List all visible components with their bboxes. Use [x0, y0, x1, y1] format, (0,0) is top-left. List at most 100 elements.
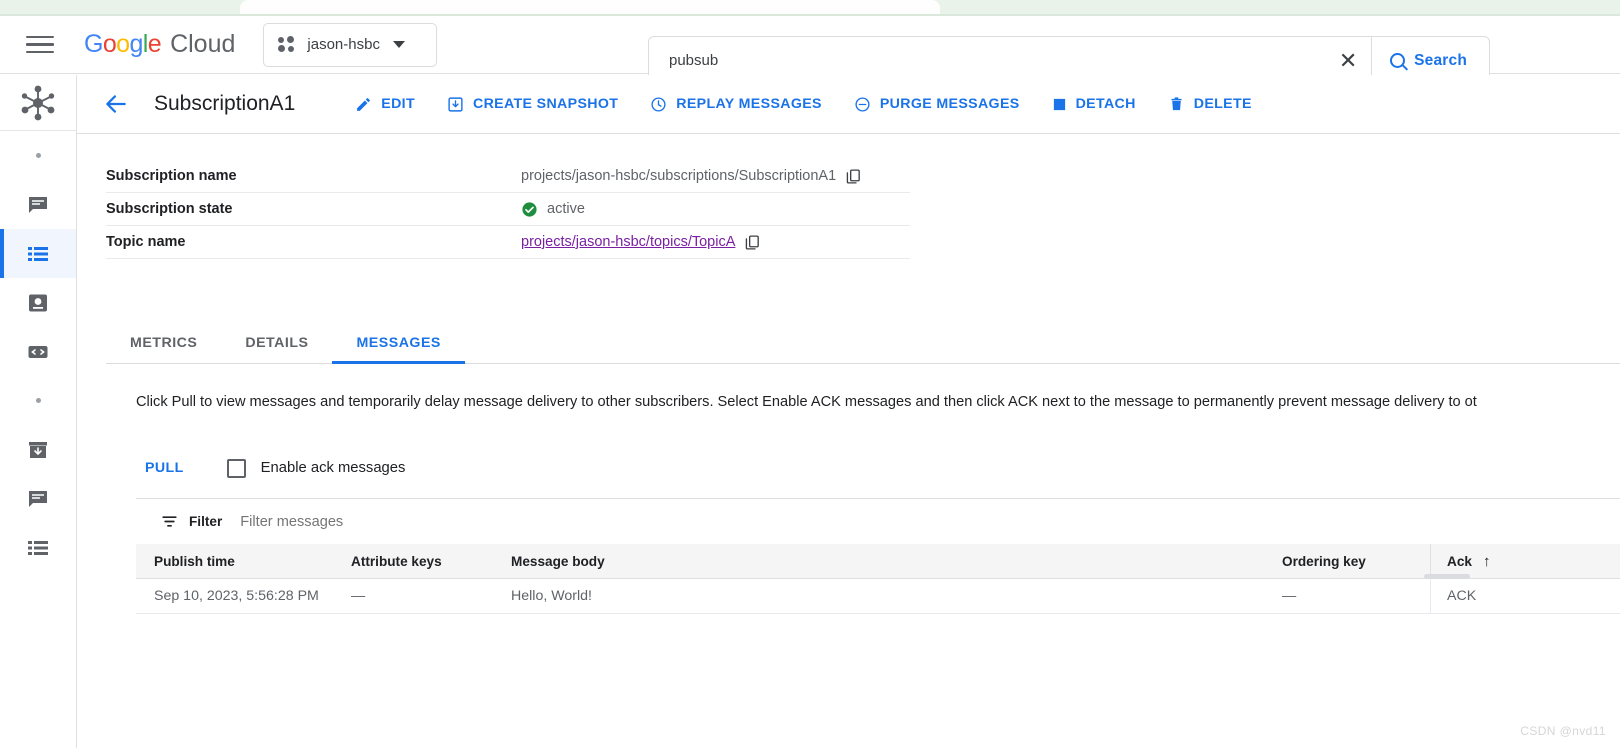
detail-key-topic-name: Topic name	[106, 234, 186, 250]
status-badge: active	[521, 201, 585, 218]
sidebar-item-lite-reservations[interactable]	[0, 425, 76, 474]
checkbox-box	[226, 458, 246, 478]
topic-name-link[interactable]: projects/jason-hsbc/topics/TopicA	[521, 234, 735, 250]
sidebar-item-snapshots[interactable]	[0, 278, 76, 327]
filter-label: Filter	[189, 514, 223, 529]
cloud-wordmark: Cloud	[170, 30, 236, 58]
col-message-body[interactable]: Message body	[511, 554, 1282, 569]
cell-message-body: Hello, World!	[511, 588, 592, 604]
filter-button[interactable]: Filter	[160, 512, 222, 531]
separator-dot-1	[0, 131, 76, 180]
subscription-name-text: projects/jason-hsbc/subscriptions/Subscr…	[521, 168, 837, 184]
filter-icon	[162, 516, 177, 527]
minus-circle-icon	[855, 96, 870, 112]
sidebar-item-lite-topics[interactable]	[0, 474, 76, 523]
page-title: SubscriptionA1	[154, 92, 296, 115]
col-ack-label: Ack	[1447, 553, 1472, 569]
detail-value-topic-name: projects/jason-hsbc/topics/TopicA	[521, 234, 761, 251]
chat-topics-icon	[29, 196, 47, 213]
cell-ack: ACK	[1430, 578, 1620, 614]
edit-button-label: EDIT	[381, 96, 415, 112]
create-snapshot-button-label: CREATE SNAPSHOT	[472, 96, 619, 112]
pubsub-hub-icon	[0, 75, 76, 131]
delete-button[interactable]: DELETE	[1152, 90, 1268, 119]
col-ordering-key[interactable]: Ordering key	[1282, 554, 1430, 569]
cell-publish-time: Sep 10, 2023, 5:56:28 PM	[154, 588, 319, 604]
filter-bar: Filter	[136, 498, 1620, 544]
detail-value-subscription-name: projects/jason-hsbc/subscriptions/Subscr…	[521, 168, 862, 185]
table-row[interactable]: Sep 10, 2023, 5:56:28 PM — Hello, World!…	[136, 578, 1620, 614]
separator-dot-2	[0, 376, 76, 425]
detail-value-subscription-state: active	[521, 201, 585, 218]
search-icon	[1390, 53, 1406, 68]
snapshot-add-icon	[448, 96, 463, 112]
col-attribute-keys[interactable]: Attribute keys	[351, 554, 511, 569]
tab-messages[interactable]: MESSAGES	[332, 322, 466, 364]
square-icon	[1053, 98, 1065, 110]
pull-button[interactable]: PULL	[136, 453, 193, 483]
check-circle-icon	[522, 201, 537, 217]
snapshot-icon	[29, 294, 47, 311]
cell-attribute-keys: —	[351, 588, 366, 604]
pencil-icon	[357, 97, 371, 111]
detail-row-subscription-name: Subscription name projects/jason-hsbc/su…	[106, 160, 910, 193]
page-header: SubscriptionA1 EDIT CREATE SNAPSHOT REPL…	[77, 75, 1620, 134]
replay-messages-button-label: REPLAY MESSAGES	[676, 96, 822, 112]
subscription-details-table: Subscription name projects/jason-hsbc/su…	[106, 160, 910, 259]
copy-icon[interactable]	[845, 168, 862, 185]
google-wordmark: Google	[84, 30, 162, 58]
watermark: CSDN @nvd11	[1520, 724, 1606, 738]
clock-icon	[651, 96, 666, 112]
product-sidebar	[0, 75, 77, 748]
back-button[interactable]	[99, 87, 133, 121]
enable-ack-messages-label: Enable ack messages	[260, 460, 406, 476]
trash-icon	[1171, 96, 1182, 110]
detail-tabs: METRICS DETAILS MESSAGES	[106, 322, 1620, 364]
messages-table: Publish time Attribute keys Message body…	[136, 543, 1620, 614]
copy-icon[interactable]	[744, 234, 761, 251]
sidebar-item-lite-subscriptions[interactable]	[0, 523, 76, 572]
code-schemas-icon	[28, 345, 48, 358]
project-selector[interactable]: jason-hsbc	[263, 22, 438, 67]
project-name-label: jason-hsbc	[307, 36, 380, 53]
archive-reservations-icon	[29, 441, 47, 458]
messages-help-text: Click Pull to view messages and temporar…	[136, 394, 1477, 410]
purge-messages-button[interactable]: PURGE MESSAGES	[838, 90, 1036, 119]
search-button-label: Search	[1414, 51, 1467, 69]
edit-button[interactable]: EDIT	[339, 90, 431, 119]
col-publish-time[interactable]: Publish time	[136, 554, 351, 569]
tab-details[interactable]: DETAILS	[221, 322, 332, 363]
purge-messages-button-label: PURGE MESSAGES	[879, 96, 1020, 112]
filter-input[interactable]	[240, 513, 641, 530]
google-cloud-logo[interactable]: Google Cloud	[84, 30, 235, 59]
hamburger-icon[interactable]	[26, 30, 56, 60]
chat-lite-topics-icon	[29, 490, 47, 507]
create-snapshot-button[interactable]: CREATE SNAPSHOT	[431, 90, 634, 119]
messages-table-header: Publish time Attribute keys Message body…	[136, 543, 1620, 579]
tab-metrics[interactable]: METRICS	[106, 322, 221, 363]
detail-row-subscription-state: Subscription state active	[106, 193, 910, 226]
close-icon[interactable]: ✕	[1331, 44, 1365, 78]
project-dots-icon	[278, 35, 296, 54]
chevron-down-icon	[392, 41, 405, 48]
replay-messages-button[interactable]: REPLAY MESSAGES	[634, 90, 838, 119]
pull-controls: PULL Enable ack messages	[136, 453, 405, 483]
enable-ack-messages-checkbox[interactable]: Enable ack messages	[226, 458, 406, 478]
detach-button[interactable]: DETACH	[1036, 90, 1152, 118]
sidebar-item-schemas[interactable]	[0, 327, 76, 376]
horizontal-scrollbar-thumb[interactable]	[1424, 574, 1470, 579]
ack-button[interactable]: ACK	[1447, 588, 1476, 604]
detail-row-topic-name: Topic name projects/jason-hsbc/topics/To…	[106, 226, 910, 259]
page-action-toolbar: EDIT CREATE SNAPSHOT REPLAY MESSAGES PUR…	[339, 90, 1268, 119]
browser-tab-strip: ​	[0, 0, 1620, 14]
search-input[interactable]	[649, 52, 1332, 69]
sidebar-item-subscriptions[interactable]	[0, 229, 76, 278]
sidebar-item-topics[interactable]	[0, 180, 76, 229]
delete-button-label: DELETE	[1193, 96, 1252, 112]
sort-ascending-icon: ↑	[1482, 552, 1491, 570]
cell-ordering-key: —	[1282, 588, 1297, 604]
detail-key-subscription-name: Subscription name	[106, 168, 237, 184]
detail-key-subscription-state: Subscription state	[106, 201, 233, 217]
browser-tab-ghost[interactable]	[240, 0, 940, 14]
list-subscriptions-icon	[28, 246, 48, 261]
